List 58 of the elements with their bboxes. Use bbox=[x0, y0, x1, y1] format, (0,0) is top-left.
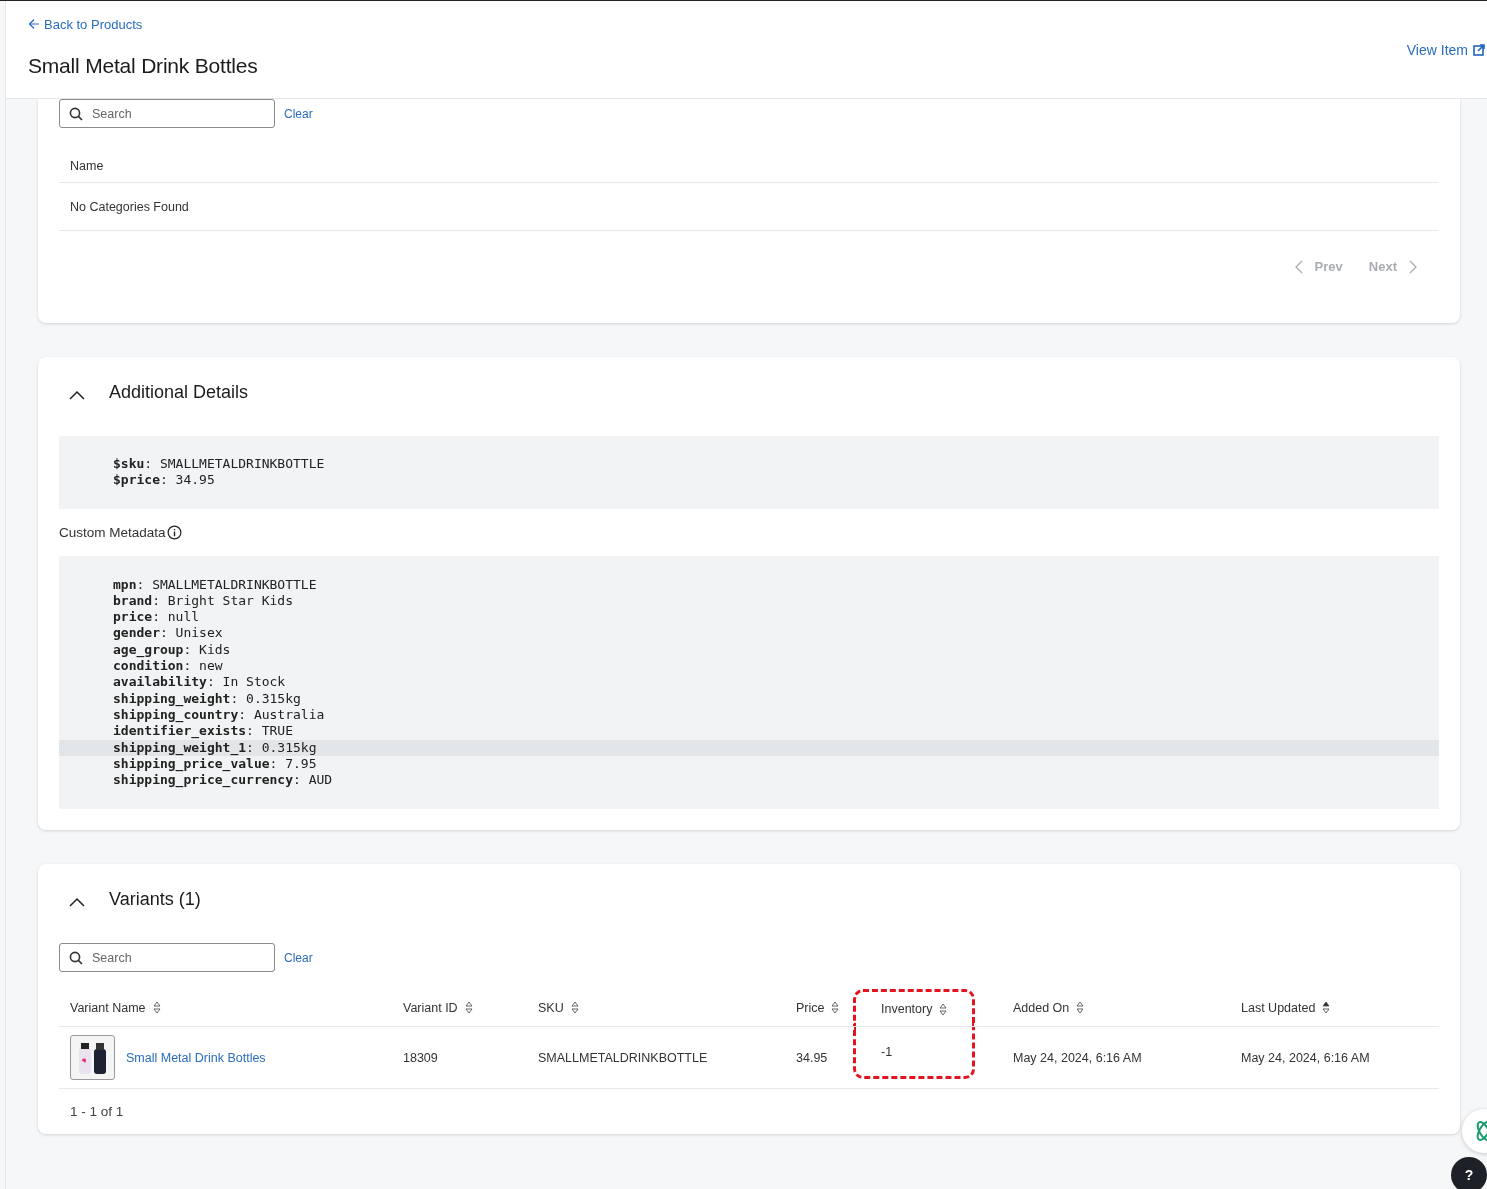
search-field[interactable]: Search bbox=[59, 943, 275, 973]
code-line: identifier_exists: TRUE bbox=[113, 723, 294, 739]
code-line: $sku: SMALLMETALDRINKBOTTLE bbox=[113, 456, 325, 471]
sort-icon[interactable] bbox=[464, 1001, 473, 1015]
external-link-icon bbox=[1473, 44, 1485, 56]
code-line: condition: new bbox=[113, 658, 223, 674]
pagination-range: 1 - 1 of 1 bbox=[69, 1103, 125, 1122]
sort-icon[interactable] bbox=[570, 1001, 579, 1015]
column-header[interactable]: Last Updated bbox=[1241, 1000, 1316, 1015]
section-title: Variants (1) bbox=[109, 888, 201, 910]
code-line: shipping_country: Australia bbox=[113, 706, 325, 722]
page-title: Small Metal Drink Bottles bbox=[28, 54, 258, 78]
column-header: Name bbox=[70, 159, 104, 173]
code-line: gender: Unisex bbox=[113, 625, 223, 641]
code-line: availability: In Stock bbox=[113, 674, 286, 690]
code-line: shipping_price_value: 7.95 bbox=[113, 755, 317, 771]
info-icon[interactable] bbox=[166, 524, 182, 540]
section-title: Additional Details bbox=[109, 381, 249, 403]
code-line: mpn: SMALLMETALDRINKBOTTLE bbox=[113, 576, 317, 592]
view-item-link[interactable]: View Item bbox=[1406, 41, 1485, 59]
chevron-left-icon bbox=[1294, 259, 1303, 274]
column-header[interactable]: Price bbox=[796, 1000, 825, 1015]
column-header[interactable]: SKU bbox=[538, 1000, 564, 1015]
sort-icon[interactable] bbox=[831, 1001, 840, 1015]
column-header[interactable]: Inventory bbox=[881, 1002, 933, 1017]
clear-link[interactable]: Clear bbox=[284, 950, 313, 965]
code-line: price: null bbox=[113, 609, 200, 625]
table-cell: 18309 bbox=[403, 1050, 438, 1065]
code-line: shipping_weight_1: 0.315kg bbox=[113, 739, 317, 755]
table-cell: 34.95 bbox=[796, 1050, 828, 1065]
sort-icon[interactable] bbox=[1322, 1001, 1331, 1015]
column-header[interactable]: Added On bbox=[1013, 1000, 1070, 1015]
variant-link[interactable]: Small Metal Drink Bottles bbox=[126, 1050, 266, 1065]
table-cell: May 24, 2024, 6:16 AM bbox=[1241, 1050, 1370, 1065]
collapse-toggle-icon[interactable] bbox=[69, 390, 85, 400]
column-header[interactable]: Variant ID bbox=[403, 1000, 458, 1015]
table-cell: SMALLMETALDRINKBOTTLE bbox=[538, 1050, 708, 1065]
code-line: $price: 34.95 bbox=[113, 472, 215, 488]
clear-link[interactable]: Clear bbox=[284, 106, 313, 121]
help-button[interactable]: ? bbox=[1451, 1157, 1487, 1189]
sort-icon[interactable] bbox=[939, 1002, 948, 1016]
chevron-right-icon bbox=[1409, 259, 1417, 274]
back-link[interactable]: Back to Products bbox=[28, 16, 143, 32]
code-line: age_group: Kids bbox=[113, 641, 231, 657]
sort-icon[interactable] bbox=[152, 1001, 161, 1015]
empty-message: No Categories Found bbox=[70, 199, 189, 214]
column-header[interactable]: Variant Name bbox=[70, 1000, 146, 1015]
search-field[interactable]: Search bbox=[59, 99, 275, 128]
arrow-left-icon bbox=[28, 18, 40, 30]
code-line: brand: Bright Star Kids bbox=[113, 592, 294, 608]
product-thumbnail bbox=[70, 1035, 115, 1081]
custom-metadata-label: Custom Metadata bbox=[59, 524, 166, 540]
code-line: shipping_weight: 0.315kg bbox=[113, 690, 301, 706]
collapse-toggle-icon[interactable] bbox=[69, 897, 85, 908]
sort-icon[interactable] bbox=[1076, 1001, 1085, 1015]
code-line: shipping_price_currency: AUD bbox=[113, 772, 333, 788]
table-cell: -1 bbox=[881, 1044, 893, 1059]
table-cell: May 24, 2024, 6:16 AM bbox=[1013, 1050, 1142, 1065]
